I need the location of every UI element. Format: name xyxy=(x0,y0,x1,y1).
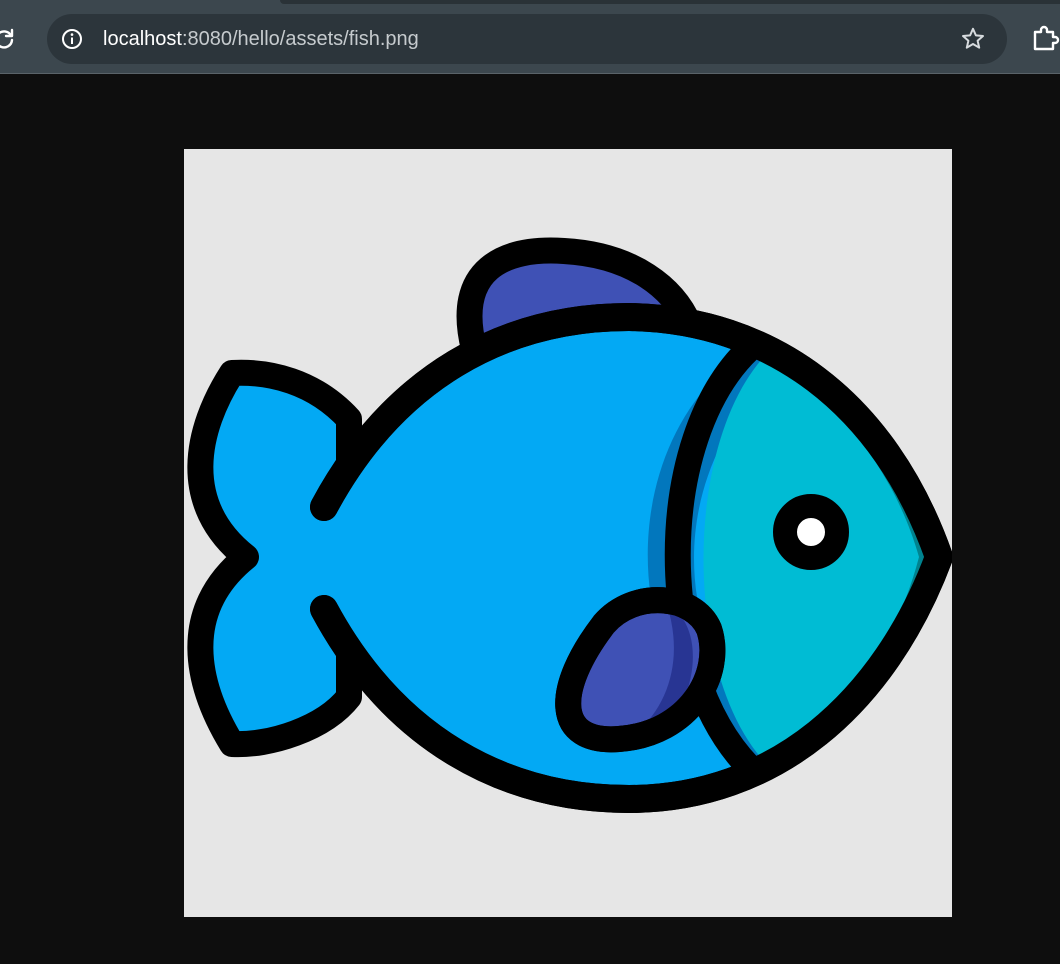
fish-illustration xyxy=(187,237,953,813)
puzzle-icon xyxy=(1033,25,1060,51)
fish-eye xyxy=(773,494,849,570)
url-path: :8080/hello/assets/fish.png xyxy=(181,28,419,50)
url-host: localhost xyxy=(103,28,182,50)
reload-button[interactable] xyxy=(0,25,18,53)
bookmark-button[interactable] xyxy=(959,25,987,53)
displayed-image xyxy=(184,149,953,917)
info-icon xyxy=(62,29,82,49)
browser-toolbar: localhost:8080/hello/assets/fish.png xyxy=(0,0,1060,74)
extensions-button[interactable] xyxy=(1030,22,1060,54)
site-info-button[interactable] xyxy=(56,23,88,55)
page-viewport xyxy=(0,74,1060,964)
star-icon xyxy=(962,27,984,49)
url-text: localhost:8080/hello/assets/fish.png xyxy=(103,27,419,51)
tab-strip-edge xyxy=(280,0,1060,4)
address-bar[interactable]: localhost:8080/hello/assets/fish.png xyxy=(47,14,1007,64)
reload-icon xyxy=(0,28,14,49)
